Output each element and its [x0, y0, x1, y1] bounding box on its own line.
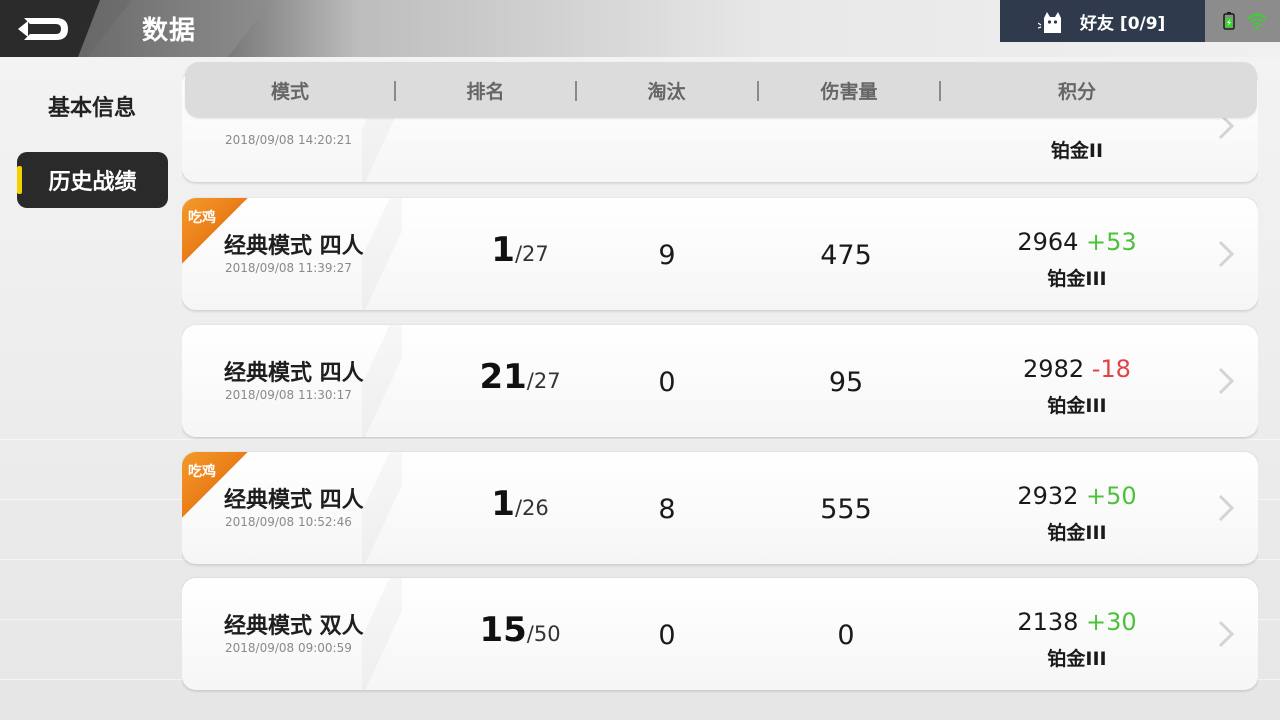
rank-value: 1/26	[491, 484, 549, 524]
column-header-kills: 淘汰	[647, 80, 686, 103]
match-time: 2018/09/08 11:30:17	[225, 388, 352, 402]
damage-value: 475	[820, 240, 872, 271]
tier-label: 铂金III	[1047, 648, 1107, 670]
column-header-score: 积分	[1057, 80, 1096, 103]
tier-label: 铂金III	[1047, 395, 1107, 417]
tier-label: 铂金II	[1050, 140, 1104, 162]
kills-value: 0	[658, 620, 676, 651]
table-row[interactable]: 经典模式 双人 2018/09/08 09:00:59 15/50 0 0 21…	[182, 578, 1258, 690]
table-header: 模式 排名 淘汰 伤害量 积分	[185, 62, 1257, 118]
column-header-damage: 伤害量	[820, 80, 878, 103]
score-value: 2964 +53	[1017, 228, 1137, 256]
damage-value: 555	[820, 494, 872, 525]
kills-value: 0	[658, 367, 676, 398]
sidebar-item-history[interactable]: 历史战绩	[17, 152, 168, 208]
kills-value: 8	[658, 494, 676, 525]
row-stripe	[362, 578, 402, 690]
column-header-mode: 模式	[270, 80, 309, 103]
row-stripe	[362, 325, 402, 437]
chevron-right-icon	[1218, 620, 1235, 648]
rank-value: 1/27	[491, 230, 549, 270]
damage-value: 95	[828, 367, 864, 398]
row-stripe	[362, 452, 402, 564]
match-time: 2018/09/08 14:20:21	[225, 133, 352, 147]
rank-value: 21/27	[479, 357, 561, 397]
tier-label: 铂金III	[1047, 268, 1107, 290]
sidebar-item-label: 基本信息	[47, 96, 136, 121]
row-stripe	[362, 198, 402, 310]
chevron-right-icon	[1218, 494, 1235, 522]
active-marker	[17, 166, 22, 194]
kills-value: 9	[658, 240, 676, 271]
mode-name: 经典模式 四人	[224, 361, 364, 386]
sidebar-item-basic-info[interactable]: 基本信息	[17, 84, 167, 128]
match-time: 2018/09/08 10:52:46	[225, 515, 352, 529]
mode-name: 经典模式 四人	[224, 488, 364, 513]
chevron-right-icon	[1218, 240, 1235, 268]
match-time: 2018/09/08 11:39:27	[225, 261, 352, 275]
table-row[interactable]: 吃鸡 经典模式 四人 2018/09/08 11:39:27 1/27 9 47…	[182, 198, 1258, 310]
score-value: 2932 +50	[1017, 482, 1137, 510]
chevron-right-icon	[1218, 367, 1235, 395]
damage-value: 0	[837, 620, 855, 651]
score-value: 2982 -18	[1023, 355, 1131, 383]
mode-name: 经典模式 四人	[224, 234, 364, 259]
score-value: 2138 +30	[1017, 608, 1137, 636]
match-time: 2018/09/08 09:00:59	[225, 641, 352, 655]
mode-name: 经典模式 双人	[224, 614, 364, 639]
table-row[interactable]: 经典模式 四人 2018/09/08 11:30:17 21/27 0 95 2…	[182, 325, 1258, 437]
table-row[interactable]: 吃鸡 经典模式 四人 2018/09/08 10:52:46 1/26 8 55…	[182, 452, 1258, 564]
sidebar-item-label: 历史战绩	[48, 170, 137, 195]
tier-label: 铂金III	[1047, 522, 1107, 544]
rank-value: 15/50	[479, 610, 561, 650]
back-icon	[18, 17, 68, 40]
column-header-rank: 排名	[466, 80, 505, 103]
